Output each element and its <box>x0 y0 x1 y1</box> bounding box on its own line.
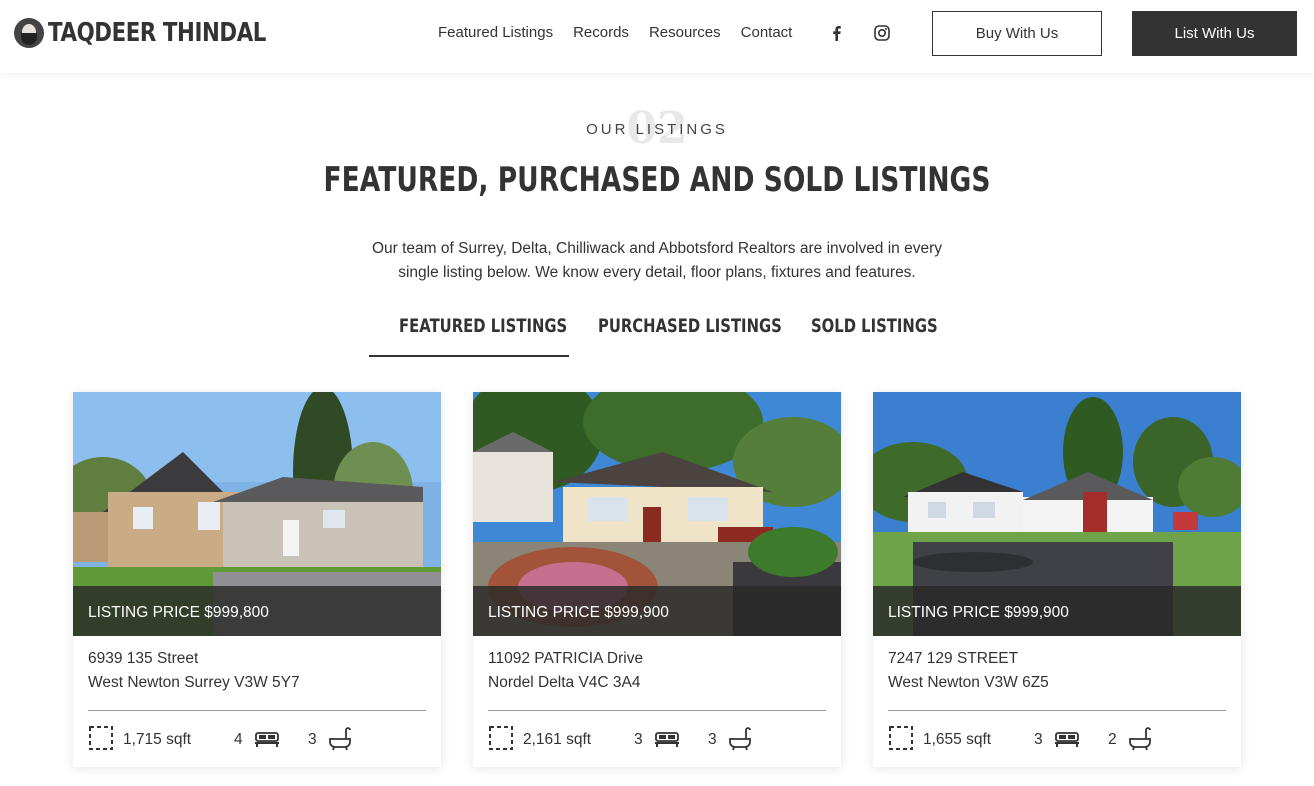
section-eyebrow: OUR LISTINGS <box>586 121 728 138</box>
listing-sqft: 2,161 sqft <box>523 731 592 748</box>
listing-address-line1: 7247 129 STREET <box>888 650 1019 667</box>
sqft-icon <box>889 726 913 750</box>
nav-item-records[interactable]: Records <box>573 24 629 41</box>
active-tab-indicator <box>369 355 569 357</box>
instagram-icon[interactable] <box>873 24 891 42</box>
listing-address-line1: 6939 135 Street <box>88 650 199 667</box>
listing-beds: 3 <box>1034 731 1043 748</box>
bath-icon <box>729 727 751 751</box>
listing-baths: 2 <box>1108 731 1117 748</box>
intro-line: Our team of Surrey, Delta, Chilliwack an… <box>371 240 943 257</box>
listing-price: LISTING PRICE $999,900 <box>888 604 1069 621</box>
sqft-icon <box>489 726 513 750</box>
listing-address-line2: Nordel Delta V4C 3A4 <box>488 674 641 691</box>
facebook-icon[interactable] <box>828 24 846 42</box>
brand-logo[interactable]: TAQDEER THINDAL <box>14 18 314 48</box>
listing-address-line2: West Newton Surrey V3W 5Y7 <box>88 674 300 691</box>
bed-icon <box>255 732 279 747</box>
listing-beds: 3 <box>634 731 643 748</box>
nav-item-contact[interactable]: Contact <box>741 24 793 41</box>
listing-beds: 4 <box>234 731 243 748</box>
listing-sqft: 1,655 sqft <box>923 731 992 748</box>
nav-item-resources[interactable]: Resources <box>649 24 721 41</box>
brand-name: TAQDEER THINDAL <box>48 18 266 48</box>
nav-item-featured-listings[interactable]: Featured Listings <box>438 24 553 41</box>
listing-baths: 3 <box>308 731 317 748</box>
tab-sold-listings[interactable]: SOLD LISTINGS <box>811 315 938 337</box>
listing-card[interactable]: LISTING PRICE $999,900 11092 PATRICIA Dr… <box>473 392 841 767</box>
sqft-icon <box>89 726 113 750</box>
card-divider <box>888 710 1226 711</box>
listing-price: LISTING PRICE $999,900 <box>488 604 669 621</box>
listing-sqft: 1,715 sqft <box>123 731 192 748</box>
tab-purchased-listings[interactable]: PURCHASED LISTINGS <box>598 315 782 337</box>
listing-price: LISTING PRICE $999,800 <box>88 604 269 621</box>
listing-card[interactable]: LISTING PRICE $999,900 7247 129 STREET W… <box>873 392 1241 767</box>
tab-featured-listings[interactable]: FEATURED LISTINGS <box>399 315 567 337</box>
buy-with-us-button[interactable]: Buy With Us <box>932 11 1102 56</box>
page-title: FEATURED, PURCHASED AND SOLD LISTINGS <box>323 160 991 200</box>
listing-address-line1: 11092 PATRICIA Drive <box>488 650 644 667</box>
listing-address-line2: West Newton V3W 6Z5 <box>888 674 1049 691</box>
intro-line: single listing below. We know every deta… <box>398 264 916 281</box>
bath-icon <box>329 727 351 751</box>
bath-icon <box>1129 727 1151 751</box>
main-nav: Featured Listings Records Resources Cont… <box>438 24 792 41</box>
site-header: TAQDEER THINDAL Featured Listings Record… <box>0 0 1314 73</box>
card-divider <box>88 710 426 711</box>
card-divider <box>488 710 826 711</box>
bed-icon <box>655 732 679 747</box>
section-intro: Our team of Surrey, Delta, Chilliwack an… <box>345 237 969 285</box>
avatar <box>14 18 44 48</box>
listing-card[interactable]: LISTING PRICE $999,800 6939 135 Street W… <box>73 392 441 767</box>
bed-icon <box>1055 732 1079 747</box>
list-with-us-button[interactable]: List With Us <box>1132 11 1297 56</box>
listing-baths: 3 <box>708 731 717 748</box>
